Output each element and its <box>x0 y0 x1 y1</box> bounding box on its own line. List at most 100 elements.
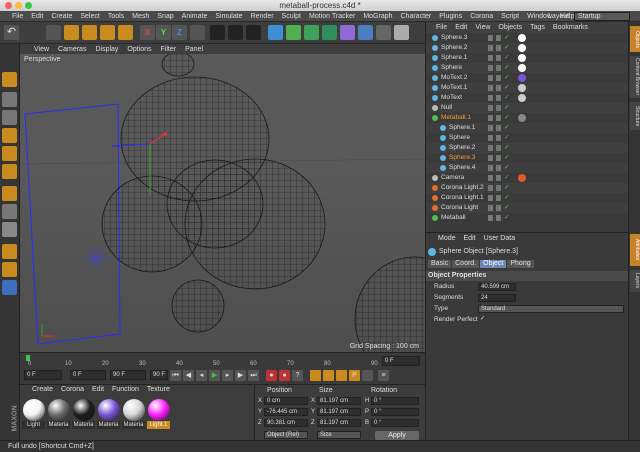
viewport-menu-options[interactable]: Options <box>127 46 151 53</box>
editor-visibility-toggle[interactable] <box>488 85 493 91</box>
enable-check-icon[interactable]: ✓ <box>504 33 509 43</box>
next-frame-icon[interactable]: ▸ <box>222 370 233 381</box>
object-row[interactable]: Null ✓ <box>426 103 629 113</box>
object-name[interactable]: Corona Light.1 <box>441 193 484 203</box>
enable-check-icon[interactable]: ✓ <box>504 213 509 223</box>
x-axis-icon[interactable]: X <box>140 25 155 40</box>
objects-menu-view[interactable]: View <box>475 24 490 31</box>
object-name[interactable]: Sphere.3 <box>449 153 475 163</box>
position-y-field[interactable]: -76.445 cm <box>264 408 308 416</box>
render-visibility-toggle[interactable] <box>496 135 501 141</box>
render-visibility-toggle[interactable] <box>496 125 501 131</box>
select-tool-icon[interactable] <box>46 25 61 40</box>
scale-tool-icon[interactable] <box>82 25 97 40</box>
material-menu-function[interactable]: Function <box>112 386 139 393</box>
enable-check-icon[interactable]: ✓ <box>504 183 509 193</box>
editor-visibility-toggle[interactable] <box>488 145 493 151</box>
object-name[interactable]: Corona Light <box>441 203 478 213</box>
end-frame-field[interactable]: 90 F <box>150 370 168 380</box>
render-visibility-toggle[interactable] <box>496 155 501 161</box>
object-name[interactable]: Sphere.1 <box>449 123 475 133</box>
render-visibility-toggle[interactable] <box>496 205 501 211</box>
editor-visibility-toggle[interactable] <box>488 65 493 71</box>
object-row[interactable]: Camera ✓ <box>426 173 629 183</box>
key-position-icon[interactable] <box>310 370 321 381</box>
menu-mograph[interactable]: MoGraph <box>359 13 396 20</box>
object-name[interactable]: MoText.1 <box>441 83 467 93</box>
enable-check-icon[interactable]: ✓ <box>504 73 509 83</box>
enable-check-icon[interactable]: ✓ <box>504 153 509 163</box>
material-swatch[interactable] <box>48 399 70 421</box>
side-tab-structure[interactable]: Structure <box>630 102 640 130</box>
rotation-b-field[interactable]: 0 ° <box>371 419 419 427</box>
material-tag-icon[interactable] <box>518 84 526 92</box>
object-row[interactable]: Metaball.1 ✓ <box>426 113 629 123</box>
recent-tool-icon[interactable] <box>118 25 133 40</box>
timeline-menu-icon[interactable]: ≡ <box>378 370 389 381</box>
edges-mode-icon[interactable] <box>2 146 17 161</box>
render-visibility-toggle[interactable] <box>496 175 501 181</box>
make-editable-icon[interactable] <box>2 72 17 87</box>
render-visibility-toggle[interactable] <box>496 75 501 81</box>
object-row[interactable]: MoText.1 ✓ <box>426 83 629 93</box>
apply-button[interactable]: Apply <box>375 431 419 440</box>
object-row[interactable]: Sphere.3 ✓ <box>426 33 629 43</box>
autokey-icon[interactable]: ● <box>279 370 290 381</box>
material-tag-icon[interactable] <box>518 44 526 52</box>
coordinate-mode-select[interactable]: Object (Rel) <box>264 431 308 439</box>
rotation-h-field[interactable]: 0 ° <box>371 397 419 405</box>
object-name[interactable]: MoText.2 <box>441 73 467 83</box>
enable-check-icon[interactable]: ✓ <box>504 143 509 153</box>
camera-icon[interactable] <box>376 25 391 40</box>
attr-menu-edit[interactable]: Edit <box>464 235 476 242</box>
preview-end-field[interactable]: 90 F <box>110 370 146 380</box>
object-row[interactable]: Sphere.2 ✓ <box>426 43 629 53</box>
record-icon[interactable]: ● <box>266 370 277 381</box>
menu-plugins[interactable]: Plugins <box>435 13 466 20</box>
rotation-p-field[interactable]: 0 ° <box>371 408 419 416</box>
material-swatch[interactable] <box>23 399 45 421</box>
go-to-start-icon[interactable]: ⏮ <box>170 370 181 381</box>
radius-field[interactable]: 40.599 cm <box>478 283 516 291</box>
segments-field[interactable]: 24 <box>478 294 516 302</box>
editor-visibility-toggle[interactable] <box>488 115 493 121</box>
position-z-field[interactable]: 90.381 cm <box>264 419 308 427</box>
snap-icon[interactable] <box>2 244 17 259</box>
material-tag-icon[interactable] <box>518 74 526 82</box>
polygons-mode-icon[interactable] <box>2 164 17 179</box>
material-tag-icon[interactable] <box>518 114 526 122</box>
render-visibility-toggle[interactable] <box>496 65 501 71</box>
enable-check-icon[interactable]: ✓ <box>504 63 509 73</box>
menu-character[interactable]: Character <box>397 13 436 20</box>
enable-check-icon[interactable]: ✓ <box>504 43 509 53</box>
editor-visibility-toggle[interactable] <box>488 105 493 111</box>
points-mode-icon[interactable] <box>2 128 17 143</box>
render-visibility-toggle[interactable] <box>496 115 501 121</box>
workplane-icon[interactable] <box>2 262 17 277</box>
next-key-icon[interactable]: ▶ <box>235 370 246 381</box>
object-row[interactable]: MoText ✓ <box>426 93 629 103</box>
material-menu-corona[interactable]: Corona <box>61 386 84 393</box>
texture-mode-icon[interactable] <box>2 110 17 125</box>
render-visibility-toggle[interactable] <box>496 35 501 41</box>
side-tab-content-browser[interactable]: Content Browser <box>630 56 640 98</box>
enable-check-icon[interactable]: ✓ <box>504 133 509 143</box>
deformer-icon[interactable] <box>340 25 355 40</box>
tab-phong[interactable]: Phong <box>507 260 534 268</box>
lock-workplane-icon[interactable] <box>2 280 17 295</box>
menu-create[interactable]: Create <box>47 13 76 20</box>
object-row[interactable]: Sphere.3 ✓ <box>426 153 629 163</box>
enable-check-icon[interactable]: ✓ <box>504 173 509 183</box>
object-name[interactable]: MoText <box>441 93 462 103</box>
type-select[interactable]: Standard <box>478 305 624 313</box>
menu-edit[interactable]: Edit <box>27 13 47 20</box>
position-x-field[interactable]: 0 cm <box>264 397 308 405</box>
side-tab-layers[interactable]: Layers <box>630 270 640 292</box>
viewport-menu-panel[interactable]: Panel <box>185 46 203 53</box>
key-parameter-icon[interactable]: P <box>349 370 360 381</box>
go-to-end-icon[interactable]: ⏭ <box>248 370 259 381</box>
render-visibility-toggle[interactable] <box>496 165 501 171</box>
material-tag-icon[interactable] <box>518 54 526 62</box>
render-visibility-toggle[interactable] <box>496 195 501 201</box>
viewport-menu-display[interactable]: Display <box>95 46 118 53</box>
